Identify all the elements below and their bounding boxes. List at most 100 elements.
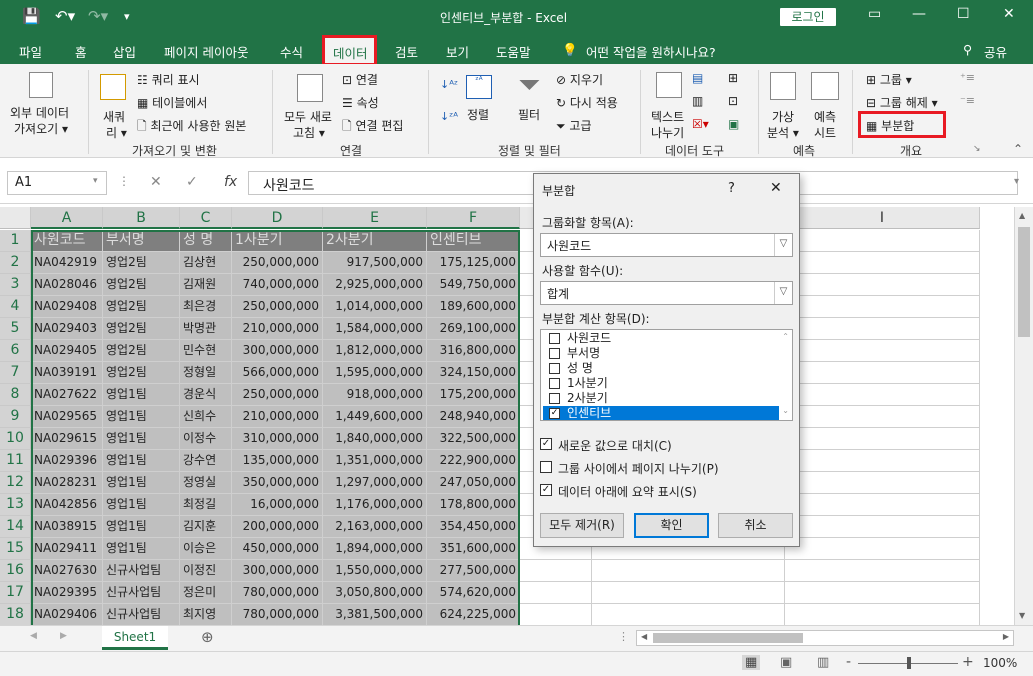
undo-icon[interactable]: ↶▾ (55, 7, 75, 25)
tab-view[interactable]: 보기 (446, 42, 469, 61)
cell[interactable]: 영업2팀 (103, 296, 180, 318)
cell[interactable]: 박명관 (180, 318, 232, 340)
cell[interactable]: 영업1팀 (103, 406, 180, 428)
cell[interactable]: NA029406 (31, 604, 103, 625)
cell[interactable]: 영업1팀 (103, 450, 180, 472)
field-item-incentive[interactable]: ✓ 인센티브 (543, 406, 779, 420)
cell[interactable] (785, 296, 980, 318)
cell[interactable]: 김재원 (180, 274, 232, 296)
cell[interactable]: 민수현 (180, 340, 232, 362)
column-header[interactable]: D (232, 207, 323, 229)
row-header[interactable]: 3 (0, 274, 31, 296)
tab-formulas[interactable]: 수식 (280, 42, 303, 61)
tab-file[interactable]: 파일 (19, 42, 42, 61)
remove-duplicates-icon[interactable]: ▥ (692, 94, 703, 108)
external-data-label-2[interactable]: 가져오기 ▾ (14, 120, 68, 137)
checkbox-icon[interactable] (549, 348, 560, 359)
cell[interactable]: NA028231 (31, 472, 103, 494)
clear-button[interactable]: ⊘ 지우기 (556, 71, 603, 88)
cancel-button[interactable]: 취소 (718, 513, 793, 538)
cell[interactable]: 신규사업팀 (103, 582, 180, 604)
cell[interactable]: NA042919 (31, 252, 103, 274)
cell[interactable]: 189,600,000 (427, 296, 520, 318)
cell[interactable]: 영업2팀 (103, 274, 180, 296)
cell[interactable]: 780,000,000 (232, 582, 323, 604)
tell-me-box[interactable]: 어떤 작업을 원하시나요? (586, 42, 716, 61)
cell[interactable]: 624,225,000 (427, 604, 520, 625)
cell[interactable]: 250,000,000 (232, 252, 323, 274)
cell[interactable] (520, 604, 592, 625)
cell[interactable]: 2,925,000,000 (323, 274, 427, 296)
vertical-scrollbar[interactable]: ▲ ▼ (1014, 207, 1033, 625)
cell[interactable]: 정은미 (180, 582, 232, 604)
advanced-button[interactable]: ⏷ 고급 (556, 117, 592, 134)
cell[interactable]: 김상현 (180, 252, 232, 274)
cell[interactable]: 영업1팀 (103, 472, 180, 494)
whatif-label-2[interactable]: 분석 ▾ (767, 124, 799, 141)
cell[interactable]: 인센티브 (427, 230, 520, 252)
cell[interactable]: NA029403 (31, 318, 103, 340)
row-header[interactable]: 13 (0, 494, 31, 516)
cell[interactable]: 영업2팀 (103, 318, 180, 340)
cell[interactable]: NA029405 (31, 340, 103, 362)
cell[interactable]: 210,000,000 (232, 318, 323, 340)
cell[interactable] (785, 252, 980, 274)
row-header[interactable]: 15 (0, 538, 31, 560)
cell[interactable]: 최은경 (180, 296, 232, 318)
horizontal-scrollbar[interactable]: ◀ ▶ (636, 630, 1014, 646)
cell[interactable]: 정영실 (180, 472, 232, 494)
cell[interactable]: 354,450,000 (427, 516, 520, 538)
cell[interactable]: NA029395 (31, 582, 103, 604)
row-header[interactable]: 11 (0, 450, 31, 472)
prev-sheet-icon[interactable]: ◀ (30, 631, 37, 641)
column-header[interactable]: I (785, 207, 980, 229)
row-header[interactable]: 1 (0, 230, 31, 252)
cell[interactable] (785, 494, 980, 516)
cell[interactable]: 178,800,000 (427, 494, 520, 516)
row-header[interactable]: 6 (0, 340, 31, 362)
field-item-q1[interactable]: 1사분기 (543, 376, 779, 391)
sheet-tab[interactable]: Sheet1 (102, 626, 168, 650)
row-header[interactable]: 5 (0, 318, 31, 340)
field-item-department[interactable]: 부서명 (543, 346, 779, 361)
add-sheet-icon[interactable]: ⊕ (201, 628, 214, 646)
h-scroll-thumb[interactable] (653, 633, 803, 643)
cell[interactable]: NA029565 (31, 406, 103, 428)
field-item-employee-code[interactable]: 사원코드 (543, 331, 779, 346)
from-table-button[interactable]: ▦ 테이블에서 (137, 94, 207, 111)
cell[interactable]: 2사분기 (323, 230, 427, 252)
cell[interactable]: 정형일 (180, 362, 232, 384)
tab-page-layout[interactable]: 페이지 레이아웃 (164, 42, 248, 61)
cell[interactable]: 175,200,000 (427, 384, 520, 406)
cell[interactable]: NA042856 (31, 494, 103, 516)
cell[interactable]: 신희수 (180, 406, 232, 428)
checkbox-checked-icon[interactable]: ✓ (549, 408, 560, 419)
cell[interactable]: 영업1팀 (103, 494, 180, 516)
flash-fill-icon[interactable]: ▤ (692, 71, 703, 85)
checkbox-icon[interactable] (540, 461, 552, 473)
cell[interactable]: NA038915 (31, 516, 103, 538)
cell[interactable]: 1,014,000,000 (323, 296, 427, 318)
enter-icon[interactable]: ✓ (186, 174, 198, 190)
cancel-icon[interactable]: ✕ (150, 174, 162, 190)
page-break-checkbox[interactable]: 그룹 사이에서 페이지 나누기(P) (540, 460, 719, 477)
column-header[interactable]: A (31, 207, 103, 229)
tab-help[interactable]: 도움말 (496, 42, 531, 61)
outline-launcher-icon[interactable]: ↘ (973, 144, 981, 154)
cell[interactable]: 316,800,000 (427, 340, 520, 362)
field-item-q2[interactable]: 2사분기 (543, 391, 779, 406)
cell[interactable]: 1,840,000,000 (323, 428, 427, 450)
cell[interactable] (785, 604, 980, 625)
refresh-all-label-2[interactable]: 고침 ▾ (293, 124, 325, 141)
customize-qat-icon[interactable]: ▾ (124, 10, 130, 23)
checkbox-icon[interactable] (549, 363, 560, 374)
cell[interactable] (785, 274, 980, 296)
cell[interactable]: NA027622 (31, 384, 103, 406)
scroll-left-icon[interactable]: ◀ (641, 632, 647, 641)
cell[interactable] (785, 516, 980, 538)
properties-button[interactable]: ☰ 속성 (342, 94, 379, 111)
name-box[interactable]: A1 (7, 171, 107, 195)
cell[interactable]: 영업1팀 (103, 538, 180, 560)
row-header[interactable]: 17 (0, 582, 31, 604)
cell[interactable]: 1,449,600,000 (323, 406, 427, 428)
